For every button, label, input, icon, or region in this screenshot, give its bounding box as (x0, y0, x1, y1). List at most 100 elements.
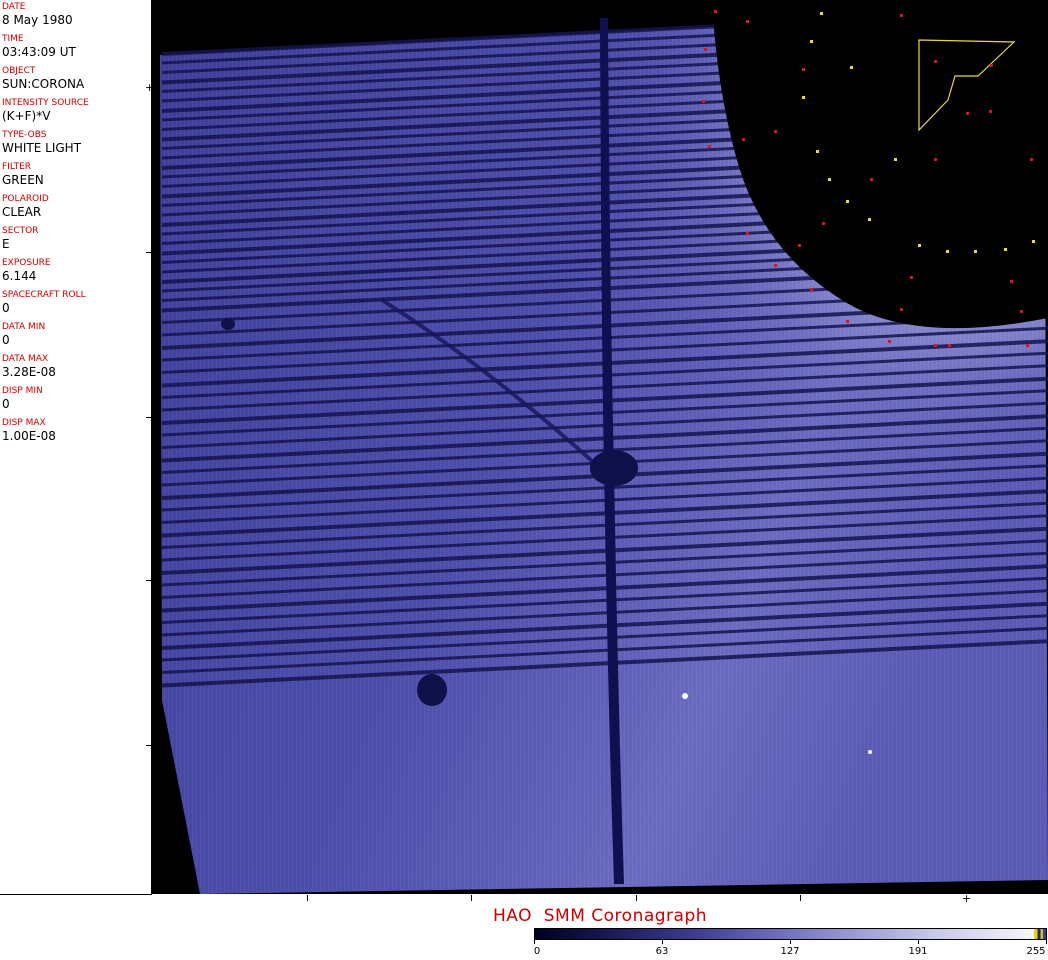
marker-dot (1004, 248, 1007, 251)
marker-dot (810, 40, 813, 43)
marker-dot (746, 20, 749, 23)
field-value: 8 May 1980 (2, 13, 73, 27)
field-label: DISP MIN (2, 386, 43, 396)
field-value: WHITE LIGHT (2, 141, 82, 155)
colorbar-tick (662, 940, 663, 944)
field-label: INTENSITY SOURCE (2, 98, 89, 108)
marker-dot (810, 288, 813, 291)
field-filter: FILTER GREEN (2, 162, 44, 187)
colorbar-label: 127 (780, 946, 800, 957)
marker-dot (828, 178, 831, 181)
field-date: DATE 8 May 1980 (2, 2, 73, 27)
field-polaroid: POLAROID CLEAR (2, 194, 49, 219)
colorbar-label: 63 (655, 946, 669, 957)
colorbar-label: 255 (1026, 946, 1046, 957)
field-exposure: EXPOSURE 6.144 (2, 258, 51, 283)
field-value: 0 (2, 301, 10, 315)
color-scale-bar (534, 928, 1047, 940)
field-value: (K+F)*V (2, 109, 51, 123)
colorbar-tick (534, 940, 535, 944)
axis-tick (800, 895, 801, 901)
marker-dot (846, 320, 849, 323)
colorbar-tick (1046, 940, 1047, 944)
axis-tick (146, 745, 152, 746)
marker-dot (910, 276, 913, 279)
marker-dot (966, 112, 969, 115)
field-value: 0 (2, 333, 10, 347)
axis-cross-mark: + (145, 81, 155, 94)
field-label: DATE (2, 2, 26, 12)
field-object: OBJECT SUN:CORONA (2, 66, 84, 91)
field-value: 3.28E-08 (2, 365, 56, 379)
marker-dot (934, 60, 937, 63)
marker-dot (990, 64, 993, 67)
field-label: DATA MAX (2, 354, 49, 364)
field-disp-min: DISP MIN 0 (2, 386, 43, 411)
field-label: FILTER (2, 162, 32, 172)
field-label: TYPE-OBS (2, 130, 47, 140)
field-label: DATA MIN (2, 322, 46, 332)
field-label: OBJECT (2, 66, 36, 76)
marker-dot (1020, 310, 1023, 313)
marker-dot (798, 244, 801, 247)
marker-dot (894, 158, 897, 161)
axis-cross-mark: + (962, 892, 972, 905)
marker-dot (714, 10, 717, 13)
marker-dot (774, 264, 777, 267)
marker-dot (702, 100, 705, 103)
dark-spot (221, 318, 235, 330)
field-value: CLEAR (2, 205, 42, 219)
axis-tick (146, 580, 152, 581)
marker-dot (742, 138, 745, 141)
axis-tick (146, 252, 152, 253)
marker-dot (900, 308, 903, 311)
coronagraph-image-graphic (160, 0, 1048, 894)
field-label: SECTOR (2, 226, 39, 236)
field-label: EXPOSURE (2, 258, 51, 268)
field-value: 0 (2, 397, 10, 411)
field-value: SUN:CORONA (2, 77, 85, 91)
field-value: GREEN (2, 173, 44, 187)
marker-dot (774, 130, 777, 133)
marker-dot (934, 344, 937, 347)
field-label: POLAROID (2, 194, 49, 204)
marker-dot (989, 110, 992, 113)
marker-dot (846, 200, 849, 203)
colorbar-label: 0 (533, 946, 541, 957)
axis-tick (307, 895, 308, 901)
marker-dot (870, 178, 873, 181)
marker-dot (948, 344, 951, 347)
marker-dot (900, 14, 903, 17)
coronagraph-image (152, 0, 1048, 894)
marker-dot (850, 66, 853, 69)
pylon-blob (590, 450, 638, 486)
marker-dot (974, 250, 977, 253)
marker-dot (946, 250, 949, 253)
field-value: E (2, 237, 10, 251)
field-spacecraft-roll: SPACECRAFT ROLL 0 (2, 290, 86, 315)
marker-dot (868, 218, 871, 221)
marker-dot (918, 244, 921, 247)
marker-dot (934, 158, 937, 161)
colorbar-tick (790, 940, 791, 944)
axis-tick (146, 417, 152, 418)
field-value: 6.144 (2, 269, 37, 283)
marker-dot (708, 145, 711, 148)
field-time: TIME 03:43:09 UT (2, 34, 76, 59)
colorbar-label: 191 (908, 946, 928, 957)
field-sector: SECTOR E (2, 226, 39, 251)
color-scale-cap (1034, 929, 1046, 939)
field-value: 1.00E-08 (2, 429, 56, 443)
axis-tick (636, 895, 637, 901)
marker-dot (816, 150, 819, 153)
marker-dot (822, 222, 825, 225)
field-label: DISP MAX (2, 418, 46, 428)
field-disp-max: DISP MAX 1.00E-08 (2, 418, 56, 443)
field-label: SPACECRAFT ROLL (2, 290, 86, 300)
colorbar-tick (918, 940, 919, 944)
marker-dot (1026, 344, 1029, 347)
field-value: 03:43:09 UT (2, 45, 76, 59)
marker-dot (802, 96, 805, 99)
dark-spot (417, 674, 447, 706)
field-type-obs: TYPE-OBS WHITE LIGHT (2, 130, 81, 155)
